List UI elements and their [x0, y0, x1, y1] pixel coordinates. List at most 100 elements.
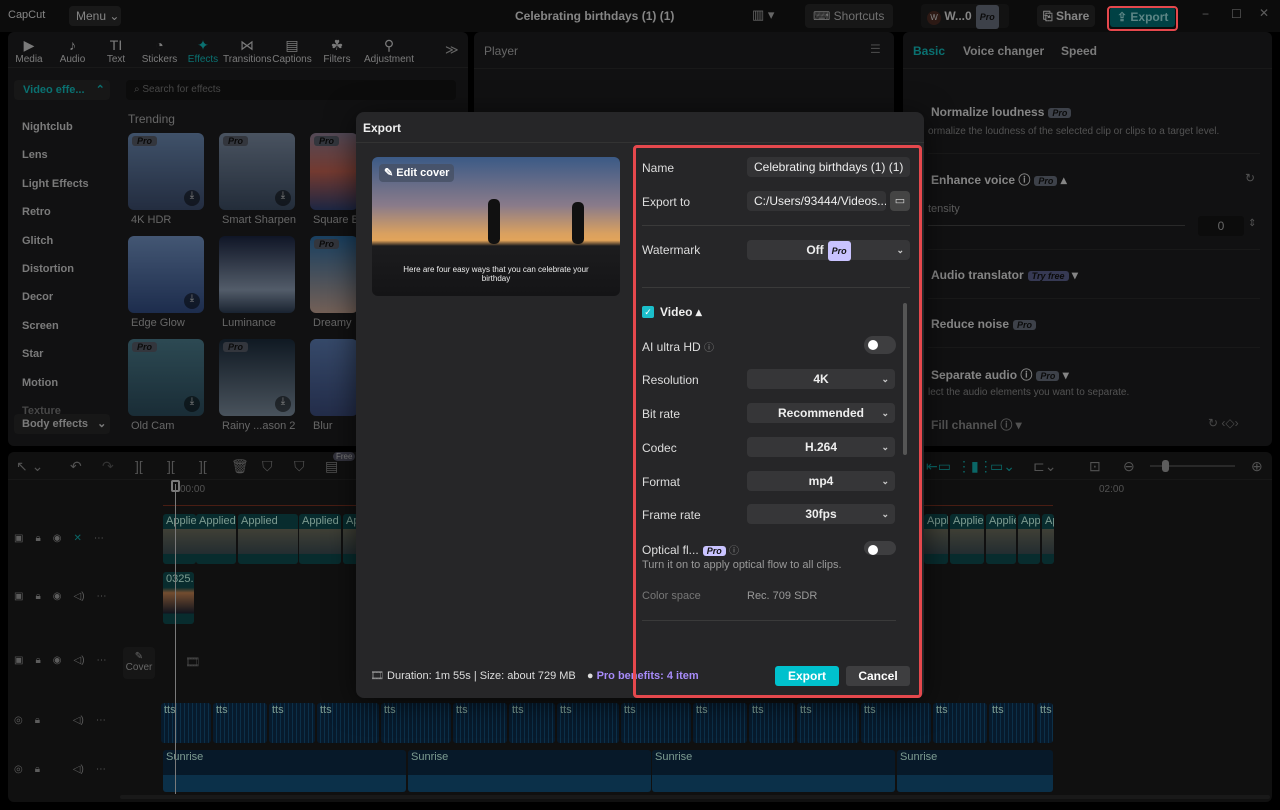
audio-clip[interactable]: tts	[621, 703, 691, 743]
framerate-select[interactable]: 30fps ⌄	[747, 504, 895, 524]
enhance-voice-label[interactable]: Enhance voice ⓘ Pro ▴	[931, 171, 1067, 188]
effect-thumbnail[interactable]: ⤓	[128, 236, 204, 313]
link-icon[interactable]: ⇤▭	[926, 458, 951, 475]
minimize-icon[interactable]: −	[1202, 7, 1209, 21]
audio-clip[interactable]: tts	[989, 703, 1035, 743]
preview-axis-icon[interactable]: ⊏⌄	[1033, 458, 1056, 475]
menu-button[interactable]: Menu ⌄	[69, 6, 121, 26]
tab-text[interactable]: TI Text	[92, 36, 140, 65]
download-icon[interactable]: ⤓	[275, 396, 291, 412]
shield-icon[interactable]: ⛉	[294, 458, 305, 475]
export-button[interactable]: ⇪ Export	[1110, 7, 1175, 27]
category-decor[interactable]: Decor	[22, 291, 53, 303]
shortcuts-button[interactable]: ⌨ Shortcuts	[805, 4, 893, 28]
layout-icon[interactable]: ▥ ▾	[752, 7, 774, 23]
body-effects-category[interactable]: Body effects ⌄	[14, 414, 110, 434]
bitrate-select[interactable]: Recommended ⌄	[747, 403, 895, 423]
category-star[interactable]: Star	[22, 348, 43, 360]
audio-clip[interactable]: tts	[213, 703, 267, 743]
music-clip[interactable]: Sunrise	[652, 750, 895, 792]
video-clip[interactable]: Applied	[196, 514, 236, 564]
video-clip[interactable]: Applied	[1018, 514, 1040, 564]
cover-button[interactable]: ✎ Cover	[123, 647, 155, 679]
audio-clip[interactable]: tts	[861, 703, 931, 743]
effect-thumbnail[interactable]	[310, 339, 358, 416]
tab-audio[interactable]: ♪ Audio	[49, 36, 97, 65]
separate-audio-label[interactable]: Separate audio ⓘ Pro ▾	[931, 366, 1069, 383]
snap-icon[interactable]: ⋮▮⋮	[957, 458, 993, 475]
tab-stickers[interactable]: ◔ Stickers	[136, 36, 184, 65]
eye-icon[interactable]: ◉	[53, 655, 62, 666]
music-clip[interactable]: Sunrise	[408, 750, 651, 792]
edit-cover-button[interactable]: ✎ Edit cover	[379, 164, 455, 182]
effect-thumbnail[interactable]: Pro ⤓	[128, 133, 204, 210]
category-glitch[interactable]: Glitch	[22, 235, 53, 247]
more-icon[interactable]: ⋯	[97, 591, 107, 602]
more-icon[interactable]: ⋯	[94, 533, 104, 544]
tab-speed[interactable]: Speed	[1061, 44, 1097, 58]
resolution-select[interactable]: 4K ⌄	[747, 369, 895, 389]
effect-thumbnail[interactable]	[219, 236, 295, 313]
video-section-toggle[interactable]: Video ▴	[660, 305, 702, 319]
stepper-icon[interactable]: ⇕	[1248, 218, 1256, 229]
lock-icon[interactable]: 🔒︎	[35, 764, 40, 775]
chain-icon[interactable]: ▭⌄	[990, 458, 1015, 475]
audio-translator-label[interactable]: Audio translator Try free ▾	[931, 268, 1078, 282]
audio-clip[interactable]: tts	[1037, 703, 1053, 743]
eye-icon[interactable]: ◉	[53, 533, 62, 544]
zoom-out-icon[interactable]: ⊖	[1123, 458, 1135, 475]
category-motion[interactable]: Motion	[22, 377, 58, 389]
export-path-input[interactable]: C:/Users/93444/Videos...	[747, 191, 886, 211]
close-icon[interactable]: ✕	[1259, 6, 1269, 20]
category-lens[interactable]: Lens	[22, 149, 48, 161]
playhead-handle[interactable]	[171, 480, 180, 492]
watermark-select[interactable]: Off Pro ⌄	[747, 240, 910, 261]
audio-clip[interactable]: tts	[797, 703, 859, 743]
tab-filters[interactable]: ☘ Filters	[313, 36, 361, 65]
optical-flow-toggle[interactable]	[864, 541, 896, 555]
audio-clip[interactable]: tts	[381, 703, 451, 743]
download-icon[interactable]: ⤓	[184, 293, 200, 309]
tab-transitions[interactable]: ⋈ Transitions	[223, 36, 272, 65]
zoom-slider-handle[interactable]	[1162, 460, 1169, 472]
select-tool-icon[interactable]: ↖ ⌄	[16, 458, 43, 475]
audio-clip[interactable]: tts	[269, 703, 315, 743]
user-account[interactable]: W W...0 Pro	[921, 4, 1009, 29]
effect-thumbnail[interactable]: Pro ⤓	[219, 339, 295, 416]
music-clip[interactable]: Sunrise	[897, 750, 1053, 792]
audio-clip[interactable]: tts	[161, 703, 211, 743]
video-clip[interactable]: 0325.	[163, 572, 194, 624]
redo-icon[interactable]: ↷	[102, 458, 114, 475]
video-clip[interactable]: Applied	[1042, 514, 1054, 564]
delete-icon[interactable]: 🗑	[231, 458, 249, 475]
reset-icon[interactable]: ↻	[1245, 171, 1255, 185]
lock-icon[interactable]: 🔒︎	[35, 591, 40, 602]
volume-icon[interactable]: ◁)	[73, 764, 84, 775]
download-icon[interactable]: ⤓	[184, 190, 200, 206]
effect-thumbnail[interactable]: Pro	[310, 236, 358, 313]
intensity-value[interactable]: 0	[1198, 216, 1244, 236]
cancel-button[interactable]: Cancel	[846, 666, 910, 686]
export-confirm-button[interactable]: Export	[775, 666, 839, 686]
volume-icon[interactable]: ◁)	[74, 655, 85, 666]
audio-clip[interactable]: tts	[509, 703, 555, 743]
audio-clip[interactable]: tts	[557, 703, 619, 743]
tab-media[interactable]: ▶ Media	[5, 36, 53, 65]
normalize-loudness-label[interactable]: Normalize loudness Pro	[931, 105, 1072, 119]
tab-captions[interactable]: ▤ Captions	[268, 36, 316, 65]
video-effects-category[interactable]: Video effe... ⌃	[14, 80, 110, 100]
search-input[interactable]: ⌕ Search for effects	[126, 80, 456, 100]
timeline-scrollbar[interactable]	[120, 795, 1270, 799]
eye-icon[interactable]: ◉	[53, 591, 62, 602]
pro-benefits-link[interactable]: Pro benefits: 4 item	[597, 670, 699, 682]
zoom-in-icon[interactable]: ⊕	[1251, 458, 1263, 475]
category-distortion[interactable]: Distortion	[22, 263, 74, 275]
effect-thumbnail[interactable]: Pro	[310, 133, 358, 210]
zoom-slider[interactable]	[1150, 460, 1235, 472]
video-clip[interactable]: Applied	[163, 514, 196, 564]
codec-select[interactable]: H.264 ⌄	[747, 437, 895, 457]
share-button[interactable]: ⎘ Share	[1037, 5, 1095, 27]
music-clip[interactable]: Sunrise	[163, 750, 406, 792]
more-icon[interactable]: ⋯	[97, 655, 107, 666]
cover-preview[interactable]: ✎ Edit cover Here are four easy ways tha…	[372, 157, 620, 296]
